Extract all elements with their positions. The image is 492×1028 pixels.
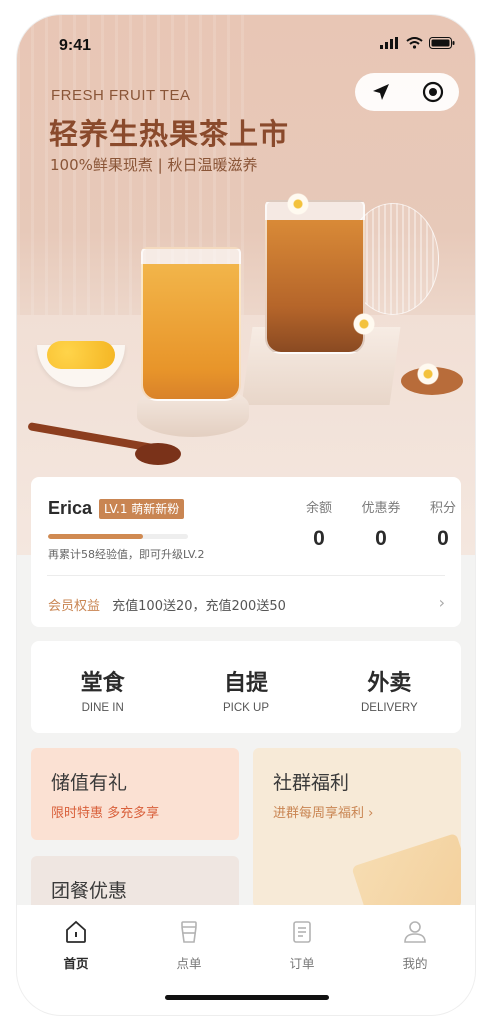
location-arrow-icon[interactable] [371, 82, 391, 102]
hero-english-title: FRESH FRUIT TEA [51, 87, 191, 104]
status-time: 9:41 [59, 37, 92, 54]
cup-icon [181, 921, 197, 943]
member-name: Erica [48, 498, 93, 518]
promo-subtitle: 限时特惠 多充多享 [51, 806, 160, 821]
tab-label: 首页 [63, 956, 89, 971]
promo-recharge[interactable]: 储值有礼 限时特惠 多充多享 [31, 748, 239, 840]
level-progress-fill [48, 534, 144, 539]
member-level-badge: LV.1 萌新新粉 [99, 499, 185, 519]
wifi-icon [406, 37, 423, 49]
hero-subtitle: 100%鲜果现煮 | 秋日温暖滋养 [50, 156, 258, 174]
service-options: 堂食 DINE IN 自提 PICK UP 外卖 DELIVERY [31, 641, 461, 733]
chrysanthemum-flower [287, 193, 309, 215]
user-icon [404, 921, 426, 943]
stat-coupons[interactable]: 优惠券 0 [351, 497, 411, 551]
mango-cubes [47, 341, 115, 369]
promo-community[interactable]: 社群福利 进群每周享福利 › [253, 748, 461, 908]
home-icon [66, 920, 86, 943]
chevron-right-icon[interactable]: › [439, 593, 445, 612]
tab-orders[interactable]: 订单 [272, 919, 332, 972]
chrysanthemum-flower [417, 363, 439, 385]
tea-cup-right [265, 200, 365, 354]
promo-title: 储值有礼 [51, 772, 128, 794]
card-divider [47, 575, 445, 576]
stat-points[interactable]: 积分 0 [413, 497, 473, 551]
level-progress-bar [48, 534, 188, 539]
spoon-head-tea-leaves [135, 443, 181, 465]
chrysanthemum-flower [353, 313, 375, 335]
promo-title: 社群福利 [273, 772, 350, 794]
stat-label: 优惠券 [361, 501, 401, 516]
target-icon[interactable] [422, 81, 444, 103]
stat-label: 积分 [429, 501, 456, 516]
stat-label: 余额 [305, 501, 332, 516]
member-card[interactable]: Erica LV.1 萌新新粉 再累计58经验值，即可升级LV.2 余额 0 优… [31, 477, 461, 627]
tab-label: 我的 [402, 956, 428, 971]
level-upgrade-hint: 再累计58经验值，即可升级LV.2 [48, 548, 205, 561]
service-dine-in[interactable]: 堂食 DINE IN [31, 641, 174, 733]
signal-icon [380, 37, 398, 49]
service-sublabel: DINE IN [81, 702, 124, 714]
service-delivery[interactable]: 外卖 DELIVERY [318, 641, 461, 733]
order-icon [293, 921, 311, 943]
phone-frame: FRESH FRUIT TEA 轻养生热果茶上市 100%鲜果现煮 | 秋日温暖… [17, 15, 475, 1015]
hero-title: 轻养生热果茶上市 [49, 117, 290, 151]
perk-tag: 会员权益 [48, 599, 101, 614]
tea-cup-left [141, 247, 241, 401]
service-label: 自提 [223, 671, 268, 696]
status-icons [380, 37, 455, 49]
promo-title: 团餐优惠 [51, 880, 128, 902]
stat-value: 0 [437, 527, 449, 550]
service-sublabel: DELIVERY [360, 702, 418, 714]
promo-subtitle: 进群每周享福利 › [273, 806, 374, 821]
battery-icon [429, 37, 455, 49]
tab-profile[interactable]: 我的 [385, 919, 445, 972]
service-sublabel: PICK UP [222, 702, 269, 714]
service-pick-up[interactable]: 自提 PICK UP [174, 641, 317, 733]
perk-text: 充值100送20，充值200送50 [112, 599, 286, 614]
stat-value: 0 [375, 527, 387, 550]
stat-balance[interactable]: 余额 0 [289, 497, 349, 551]
mini-program-capsule[interactable] [355, 73, 459, 111]
tab-order-menu[interactable]: 点单 [159, 919, 219, 972]
home-indicator[interactable] [165, 995, 329, 1000]
tab-label: 订单 [289, 956, 315, 971]
gift-card-decoration [351, 832, 461, 908]
stat-value: 0 [313, 527, 325, 550]
service-label: 外卖 [367, 671, 412, 696]
tab-label: 点单 [176, 956, 202, 971]
member-perks-row[interactable]: 会员权益 充值100送20，充值200送50 [48, 595, 286, 614]
service-label: 堂食 [80, 671, 125, 696]
tab-home[interactable]: 首页 [46, 919, 106, 972]
